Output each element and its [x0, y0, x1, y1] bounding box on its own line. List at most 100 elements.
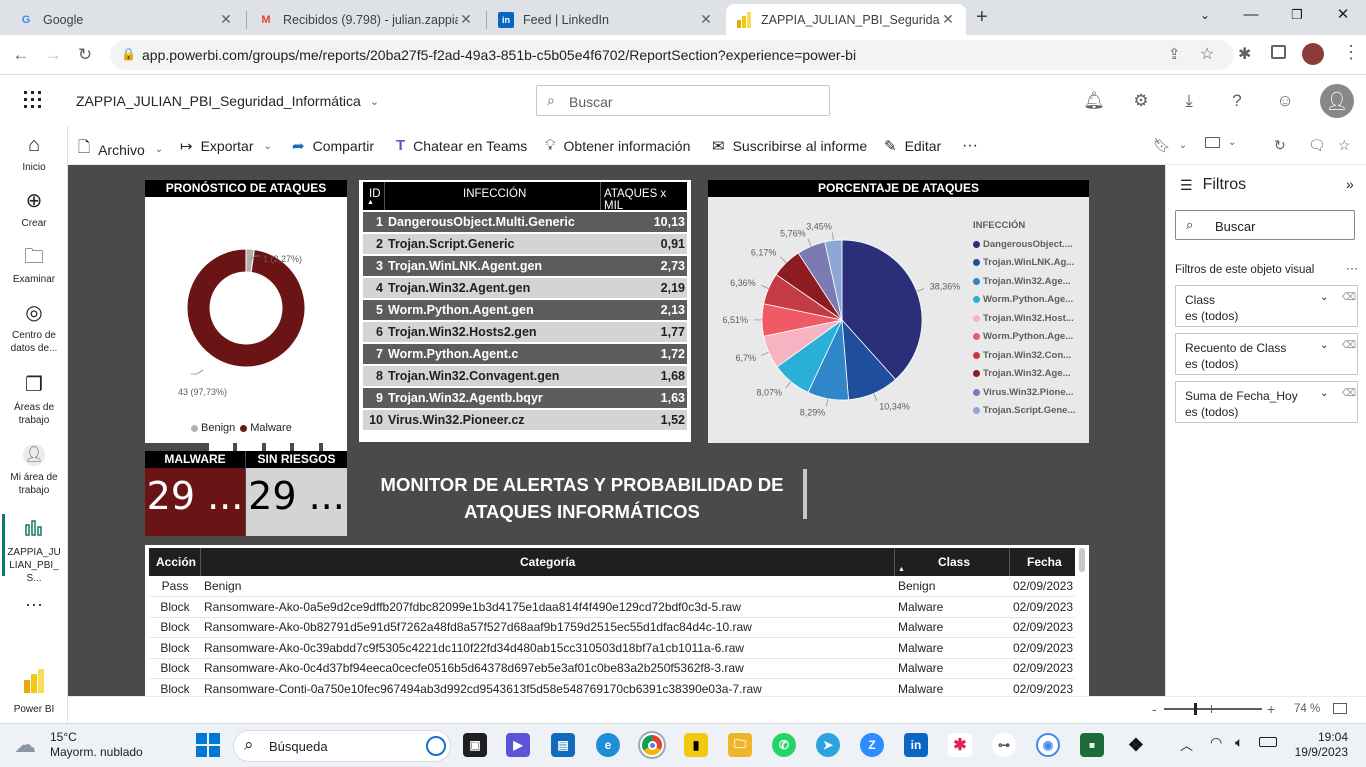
pie-legend-item[interactable]: Virus.Win32.Pione... [973, 383, 1085, 402]
profile-avatar[interactable] [1302, 43, 1324, 65]
slack-icon[interactable]: ✱ [948, 733, 972, 757]
weather-temp[interactable]: 15°C [50, 730, 77, 744]
pie-legend-item[interactable]: Trojan.Script.Gene... [973, 402, 1085, 421]
tab-search-icon[interactable]: ⌄ [1182, 0, 1228, 32]
clock-time[interactable]: 19:04 [1316, 730, 1348, 744]
browser-tab-google[interactable]: G Google ✕ [8, 4, 244, 35]
minimize-icon[interactable]: — [1228, 0, 1274, 32]
zoom-slider[interactable] [1164, 703, 1262, 715]
telegram-icon[interactable]: ➤ [816, 733, 840, 757]
window-close-icon[interactable]: ✕ [1320, 0, 1366, 32]
ranking-row[interactable]: 1 DangerousObject.Multi.Generic 10,13 [363, 212, 687, 232]
chevron-down-icon[interactable]: ⌄ [1320, 386, 1328, 402]
notifications-bell-icon[interactable]: 🔔︎ [1083, 90, 1105, 112]
comment-icon[interactable]: 🗨︎ [1308, 137, 1326, 154]
pie-legend-item[interactable]: Trojan.WinLNK.Ag... [973, 254, 1085, 273]
task-view-icon[interactable]: ▣ [463, 733, 487, 757]
new-tab-icon[interactable]: + [976, 6, 988, 29]
sin-riesgos-card[interactable]: SIN RIESGOS 29 ... [246, 451, 347, 536]
chrome-icon[interactable] [638, 731, 666, 759]
refresh-icon[interactable]: ↻ [1274, 137, 1286, 154]
more-options-icon[interactable]: ··· [0, 595, 68, 613]
table-scrollbar[interactable] [1079, 548, 1085, 572]
alerts-table-row[interactable]: Block Ransomware-Ako-0c39abdd7c9f5305c422… [149, 638, 1075, 659]
ranking-row[interactable]: 3 Trojan.WinLNK.Agent.gen 2,73 [363, 256, 687, 276]
alerts-table-row[interactable]: Block Ransomware-Ako-0b82791d5e91d5f7262a… [149, 617, 1075, 638]
pie-legend-item[interactable]: Trojan.Win32.Host... [973, 309, 1085, 328]
section-more-icon[interactable]: ··· [1346, 261, 1358, 275]
close-tab-icon[interactable]: ✕ [218, 11, 234, 28]
pie-visual[interactable]: PORCENTAJE DE ATAQUES 38,36% 10,34% 8,29% 8… [708, 180, 1089, 443]
filters-search-input[interactable]: ⌕ Buscar [1175, 210, 1355, 240]
pie-legend-item[interactable]: Trojan.Win32.Age... [973, 365, 1085, 384]
alerts-table-row[interactable]: Block Ransomware-Ako-0a5e9d2ce9dffb207fdb… [149, 597, 1075, 618]
back-icon[interactable]: ← [10, 44, 32, 66]
global-search-input[interactable]: ⌕ Buscar [536, 85, 830, 116]
subscribe-button[interactable]: ✉ Suscribirse al informe [712, 137, 867, 155]
windows-start-icon[interactable] [196, 733, 220, 757]
zoom-out-icon[interactable]: - [1152, 701, 1157, 717]
powerbi-brand[interactable]: Power BI [0, 669, 68, 716]
file-menu-button[interactable]: 🗋 Archivo ⌄ [78, 137, 163, 162]
zoom-in-icon[interactable]: + [1267, 701, 1275, 717]
restore-icon[interactable]: ❐ [1274, 0, 1320, 32]
edge-icon[interactable]: e [596, 733, 620, 757]
col-header-class[interactable]: Class [938, 555, 970, 569]
url-omnibox[interactable]: 🔒 app.powerbi.com/groups/me/reports/20ba… [110, 40, 1234, 70]
fit-to-page-icon[interactable] [1333, 703, 1347, 714]
help-icon[interactable]: ? [1226, 90, 1248, 112]
pie-legend-item[interactable]: DangerousObject.... [973, 235, 1085, 254]
nav-home[interactable]: ⌂ Inicio [0, 134, 68, 174]
browser-tab-linkedin[interactable]: in Feed | LinkedIn ✕ [488, 4, 724, 35]
feedback-smiley-icon[interactable]: ☺ [1274, 90, 1296, 112]
google-lens-icon[interactable]: ◉ [1036, 733, 1060, 757]
chat-teams-button[interactable]: T Chatear en Teams [396, 137, 527, 154]
export-menu-button[interactable]: ↦ Exportar ⌄ [180, 137, 272, 155]
dropbox-icon[interactable]: ❖ [1124, 733, 1148, 757]
zoom-slider-thumb[interactable] [1194, 703, 1197, 715]
alerts-table-visual[interactable]: Acción Categoría ▲ Class Fecha Pass Benig… [145, 545, 1089, 696]
more-commands-icon[interactable]: ··· [962, 137, 978, 155]
file-explorer-icon[interactable]: 🗀 [728, 733, 752, 757]
close-tab-icon[interactable]: ✕ [940, 11, 956, 28]
favorite-star-icon[interactable]: ☆ [1338, 137, 1351, 154]
alerts-table-row[interactable]: Pass Benign Benign 02/09/2023 [149, 576, 1075, 597]
store-icon[interactable]: ▤ [551, 733, 575, 757]
app-toggle-icon[interactable]: ⊶ [992, 733, 1016, 757]
browser-tab-powerbi[interactable]: ZAPPIA_JULIAN_PBI_Seguridad_I ✕ [726, 4, 966, 35]
ranking-row[interactable]: 6 Trojan.Win32.Hosts2.gen 1,77 [363, 322, 687, 342]
clear-filter-icon[interactable]: ⌫ [1342, 290, 1356, 306]
share-button[interactable]: ➦ Compartir [292, 137, 374, 155]
user-avatar-icon[interactable]: 👤︎ [1320, 84, 1354, 118]
clear-filter-icon[interactable]: ⌫ [1342, 338, 1356, 354]
meet-camera-icon[interactable]: ▶ [506, 733, 530, 757]
filter-card-recuento[interactable]: Recuento de Class es (todos) ⌄ ⌫ [1175, 333, 1358, 375]
nav-data-hub[interactable]: ◎ Centro de datos de... [0, 302, 68, 355]
pie-legend-item[interactable]: Trojan.Win32.Age... [973, 272, 1085, 291]
clock-date[interactable]: 19/9/2023 [1288, 745, 1348, 759]
chevron-down-icon[interactable]: ⌄ [1320, 338, 1328, 354]
bookmark-menu-button[interactable]: 🔖︎ ⌄ [1153, 137, 1187, 154]
edit-button[interactable]: ✎ Editar [884, 137, 941, 155]
ranking-row[interactable]: 5 Worm.Python.Agent.gen 2,13 [363, 300, 687, 320]
whatsapp-icon[interactable]: ✆ [772, 733, 796, 757]
col-header-categoria[interactable]: Categoría [520, 555, 575, 569]
report-title-menu[interactable]: ZAPPIA_JULIAN_PBI_Seguridad_Informática … [76, 93, 379, 109]
pie-legend-item[interactable]: Trojan.Win32.Con... [973, 346, 1085, 365]
alerts-table-row[interactable]: Block Ransomware-Ako-0c4d37bf94eeca0cecfe… [149, 658, 1075, 679]
ranking-row[interactable]: 2 Trojan.Script.Generic 0,91 [363, 234, 687, 254]
nav-browse[interactable]: 🗀 Examinar [0, 246, 68, 286]
get-insights-button[interactable]: 💡︎ Obtener información [545, 137, 690, 154]
ranking-table-visual[interactable]: ID ▲ INFECCIÓN ATAQUES x MIL 1 DangerousO… [359, 180, 691, 442]
taskbar-search[interactable]: ⌕ Búsqueda [233, 730, 451, 762]
ranking-row[interactable]: 7 Worm.Python.Agent.c 1,72 [363, 344, 687, 364]
browser-tab-gmail[interactable]: M Recibidos (9.798) - julian.zappia@ ✕ [248, 4, 484, 35]
nav-create[interactable]: ⊕ Crear [0, 190, 68, 230]
clear-filter-icon[interactable]: ⌫ [1342, 386, 1356, 402]
view-menu-button[interactable]: ⌄ [1205, 137, 1236, 148]
col-header-ataques[interactable]: ATAQUES x MIL [604, 188, 687, 212]
battery-icon[interactable] [1259, 737, 1277, 747]
nav-my-workspace[interactable]: 👤︎ Mi área de trabajo [0, 444, 68, 497]
forward-icon[interactable]: → [42, 44, 64, 66]
settings-gear-icon[interactable]: ⚙ [1130, 90, 1152, 112]
